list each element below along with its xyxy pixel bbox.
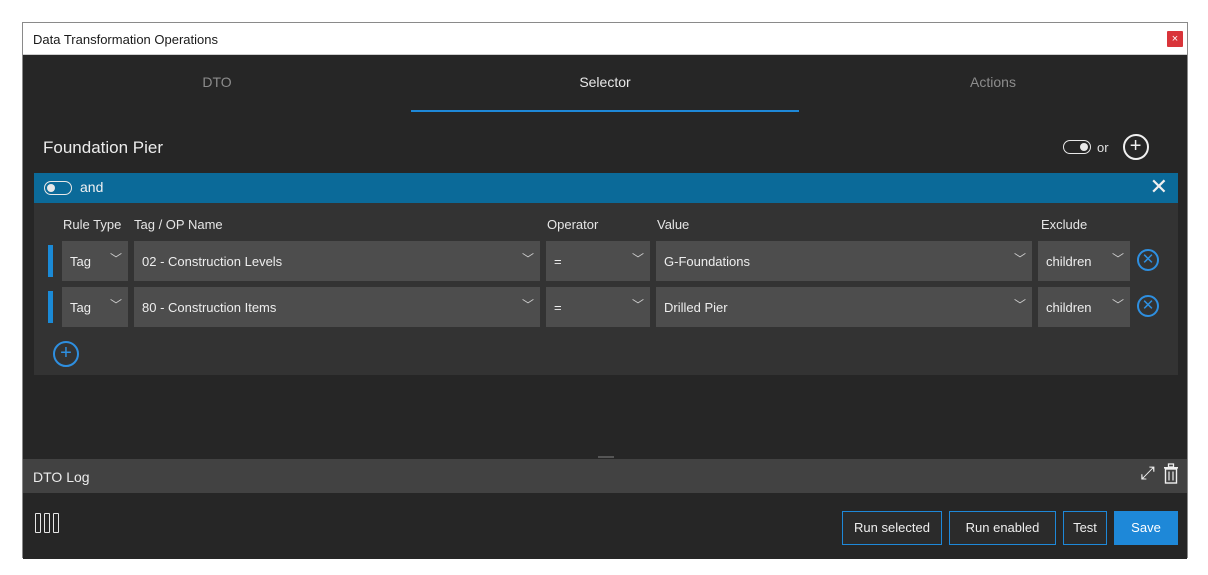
column-rule-type: Rule Type (63, 217, 122, 232)
tag-name-value: 02 - Construction Levels (142, 254, 283, 269)
selector-combinator: or + (1063, 134, 1149, 160)
remove-rule-icon[interactable]: ✕ (1137, 249, 1159, 271)
value-value: G-Foundations (664, 254, 750, 269)
chevron-down-icon: ﹀ (631, 298, 644, 312)
value-value: Drilled Pier (664, 300, 728, 315)
save-button[interactable]: Save (1114, 511, 1178, 545)
remove-rule-icon[interactable]: ✕ (1137, 295, 1159, 317)
tab-actions[interactable]: Actions (799, 56, 1187, 112)
footer-bar: Run selected Run enabled Test Save (23, 493, 1187, 559)
columns-icon[interactable] (35, 513, 65, 537)
tab-bar: DTO Selector Actions (23, 56, 1187, 112)
or-label: or (1097, 139, 1109, 155)
operator-value: = (554, 254, 562, 269)
window-title: Data Transformation Operations (33, 32, 218, 47)
value-select[interactable]: G-Foundations ﹀ (656, 241, 1032, 281)
operator-value: = (554, 300, 562, 315)
and-toggle-icon[interactable] (44, 181, 72, 195)
add-group-icon[interactable]: + (1122, 134, 1149, 160)
value-select[interactable]: Drilled Pier ﹀ (656, 287, 1032, 327)
and-label: and (80, 179, 104, 195)
trash-icon[interactable] (1163, 463, 1179, 485)
dto-window: Data Transformation Operations × DTO Sel… (22, 22, 1188, 559)
panel-splitter[interactable] (598, 456, 614, 458)
active-tab-indicator (411, 110, 799, 112)
run-enabled-button[interactable]: Run enabled (949, 511, 1056, 545)
column-operator: Operator (547, 217, 599, 232)
add-rule-icon[interactable]: + (53, 341, 79, 367)
tab-dto[interactable]: DTO (23, 56, 411, 112)
remove-group-icon[interactable]: ✕ (1150, 175, 1168, 199)
rule-type-select[interactable]: Tag ﹀ (62, 241, 128, 281)
run-selected-button[interactable]: Run selected (842, 511, 942, 545)
column-tag-name: Tag / OP Name (134, 217, 223, 232)
row-drag-handle[interactable] (48, 245, 53, 277)
screenshot-canvas: Data Transformation Operations × DTO Sel… (0, 0, 1208, 575)
column-value: Value (657, 217, 690, 232)
chevron-down-icon: ﹀ (521, 298, 534, 312)
tab-selector-label: Selector (579, 74, 631, 90)
operator-select[interactable]: = ﹀ (546, 287, 650, 327)
chevron-down-icon: ﹀ (1111, 298, 1124, 312)
chevron-down-icon: ﹀ (1013, 298, 1026, 312)
or-toggle-icon[interactable] (1063, 140, 1091, 154)
exclude-value: children (1046, 254, 1092, 269)
tag-name-select[interactable]: 02 - Construction Levels ﹀ (134, 241, 540, 281)
rule-type-value: Tag (70, 300, 91, 315)
test-button[interactable]: Test (1063, 511, 1107, 545)
row-drag-handle[interactable] (48, 291, 53, 323)
dto-log-label: DTO Log (33, 469, 90, 485)
chevron-down-icon: ﹀ (1013, 252, 1026, 266)
chevron-down-icon: ﹀ (631, 252, 644, 266)
selector-name: Foundation Pier (43, 138, 164, 157)
exclude-select[interactable]: children ﹀ (1038, 287, 1130, 327)
rule-group-body: Rule Type Tag / OP Name Operator Value E… (34, 203, 1178, 375)
tab-selector[interactable]: Selector (411, 56, 799, 112)
exclude-value: children (1046, 300, 1092, 315)
chevron-down-icon: ﹀ (109, 298, 122, 312)
rule-row: Tag ﹀ 80 - Construction Items ﹀ = ﹀ Dril… (34, 287, 1178, 327)
chevron-down-icon: ﹀ (521, 252, 534, 266)
chevron-down-icon: ﹀ (109, 252, 122, 266)
rule-type-value: Tag (70, 254, 91, 269)
rule-type-select[interactable]: Tag ﹀ (62, 287, 128, 327)
rule-row: Tag ﹀ 02 - Construction Levels ﹀ = ﹀ G-F… (34, 241, 1178, 281)
chevron-down-icon: ﹀ (1111, 252, 1124, 266)
column-exclude: Exclude (1041, 217, 1088, 232)
tag-name-value: 80 - Construction Items (142, 300, 277, 315)
operator-select[interactable]: = ﹀ (546, 241, 650, 281)
dto-log-bar: DTO Log ⤢ (23, 459, 1187, 493)
expand-icon[interactable]: ⤢ (1141, 463, 1155, 484)
exclude-select[interactable]: children ﹀ (1038, 241, 1130, 281)
tag-name-select[interactable]: 80 - Construction Items ﹀ (134, 287, 540, 327)
rule-group-header: and ✕ (34, 173, 1178, 203)
title-bar: Data Transformation Operations × (23, 23, 1187, 55)
close-icon[interactable]: × (1167, 31, 1183, 47)
